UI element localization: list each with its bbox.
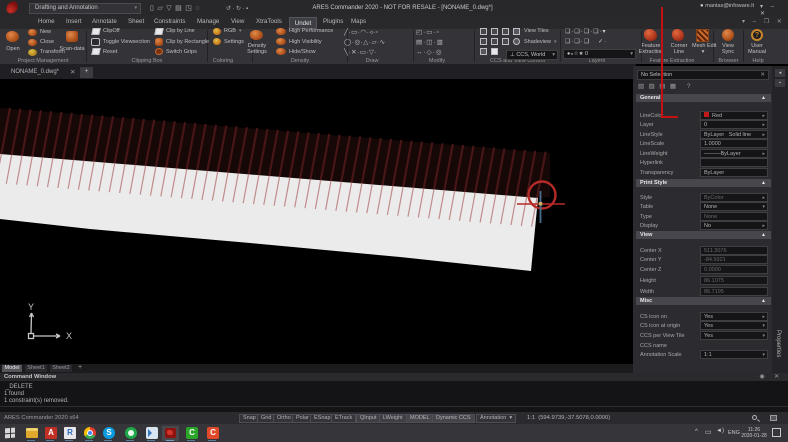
svg-text:Y: Y <box>28 302 34 312</box>
svg-text:X: X <box>66 331 72 341</box>
